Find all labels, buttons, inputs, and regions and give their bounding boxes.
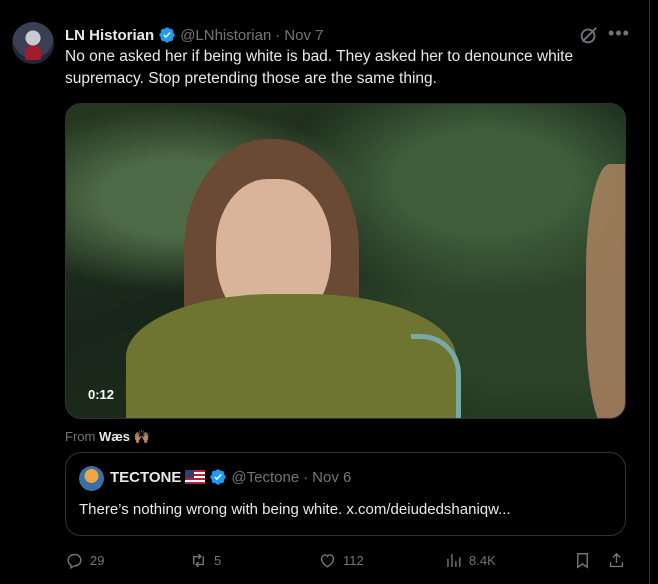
quoted-author-name: TECTONE [110,468,182,486]
author-handle[interactable]: @LNhistorian [180,27,271,44]
views-button[interactable]: 8.4K [444,548,496,572]
quoted-verified-badge-icon [210,469,227,485]
verified-badge-icon [159,27,175,43]
quoted-author-handle: @Tectone [231,468,300,486]
video-frame-side-person [586,164,625,418]
tweet: LN Historian @LNhistorian · Nov 7 ••• No… [0,0,650,584]
bookmark-icon [577,552,588,569]
quoted-author-avatar [79,466,104,491]
like-count: 112 [343,552,364,568]
author-name[interactable]: LN Historian [65,27,154,44]
video-frame-body [126,294,456,418]
like-button[interactable]: 112 [318,548,364,572]
quoted-separator: · [303,468,309,486]
quoted-text: There’s nothing wrong with being white. … [79,501,511,518]
repost-button[interactable]: 5 [189,548,221,572]
tweet-header: LN Historian @LNhistorian · Nov 7 [65,24,323,46]
reply-button[interactable]: 29 [65,548,104,572]
reply-icon [67,553,82,569]
share-icon [609,552,624,567]
from-emoji: 🙌🏽 [133,429,150,444]
share-button[interactable] [607,548,632,572]
video-player[interactable]: 0:12 [65,103,626,419]
from-prefix: From [65,429,96,444]
reply-count: 29 [90,552,105,568]
repost-icon [193,553,204,567]
quoted-date: Nov 6 [312,468,352,486]
heart-icon [320,553,335,568]
more-options-icon[interactable]: ••• [608,24,630,46]
grok-icon[interactable] [578,24,600,46]
views-chart-icon [447,553,461,567]
separator: · [275,26,281,44]
view-count: 8.4K [469,552,496,568]
post-date[interactable]: Nov 7 [284,27,323,44]
author-avatar[interactable] [12,22,54,64]
bookmark-button[interactable] [573,548,598,572]
from-author[interactable]: Wæs [99,429,130,444]
repost-count: 5 [214,552,222,568]
video-attribution: From Wæs 🙌🏽 [65,429,150,445]
us-flag-icon [185,470,206,484]
video-duration: 0:12 [88,387,115,402]
action-bar: 29 5 112 8.4K [65,548,630,572]
tweet-text: No one asked her if being white is bad. … [65,48,574,87]
quoted-tweet[interactable]: TECTONE @Tectone · Nov 6 There’s nothing… [65,452,626,536]
quoted-header: TECTONE @Tectone · Nov 6 [110,468,351,486]
